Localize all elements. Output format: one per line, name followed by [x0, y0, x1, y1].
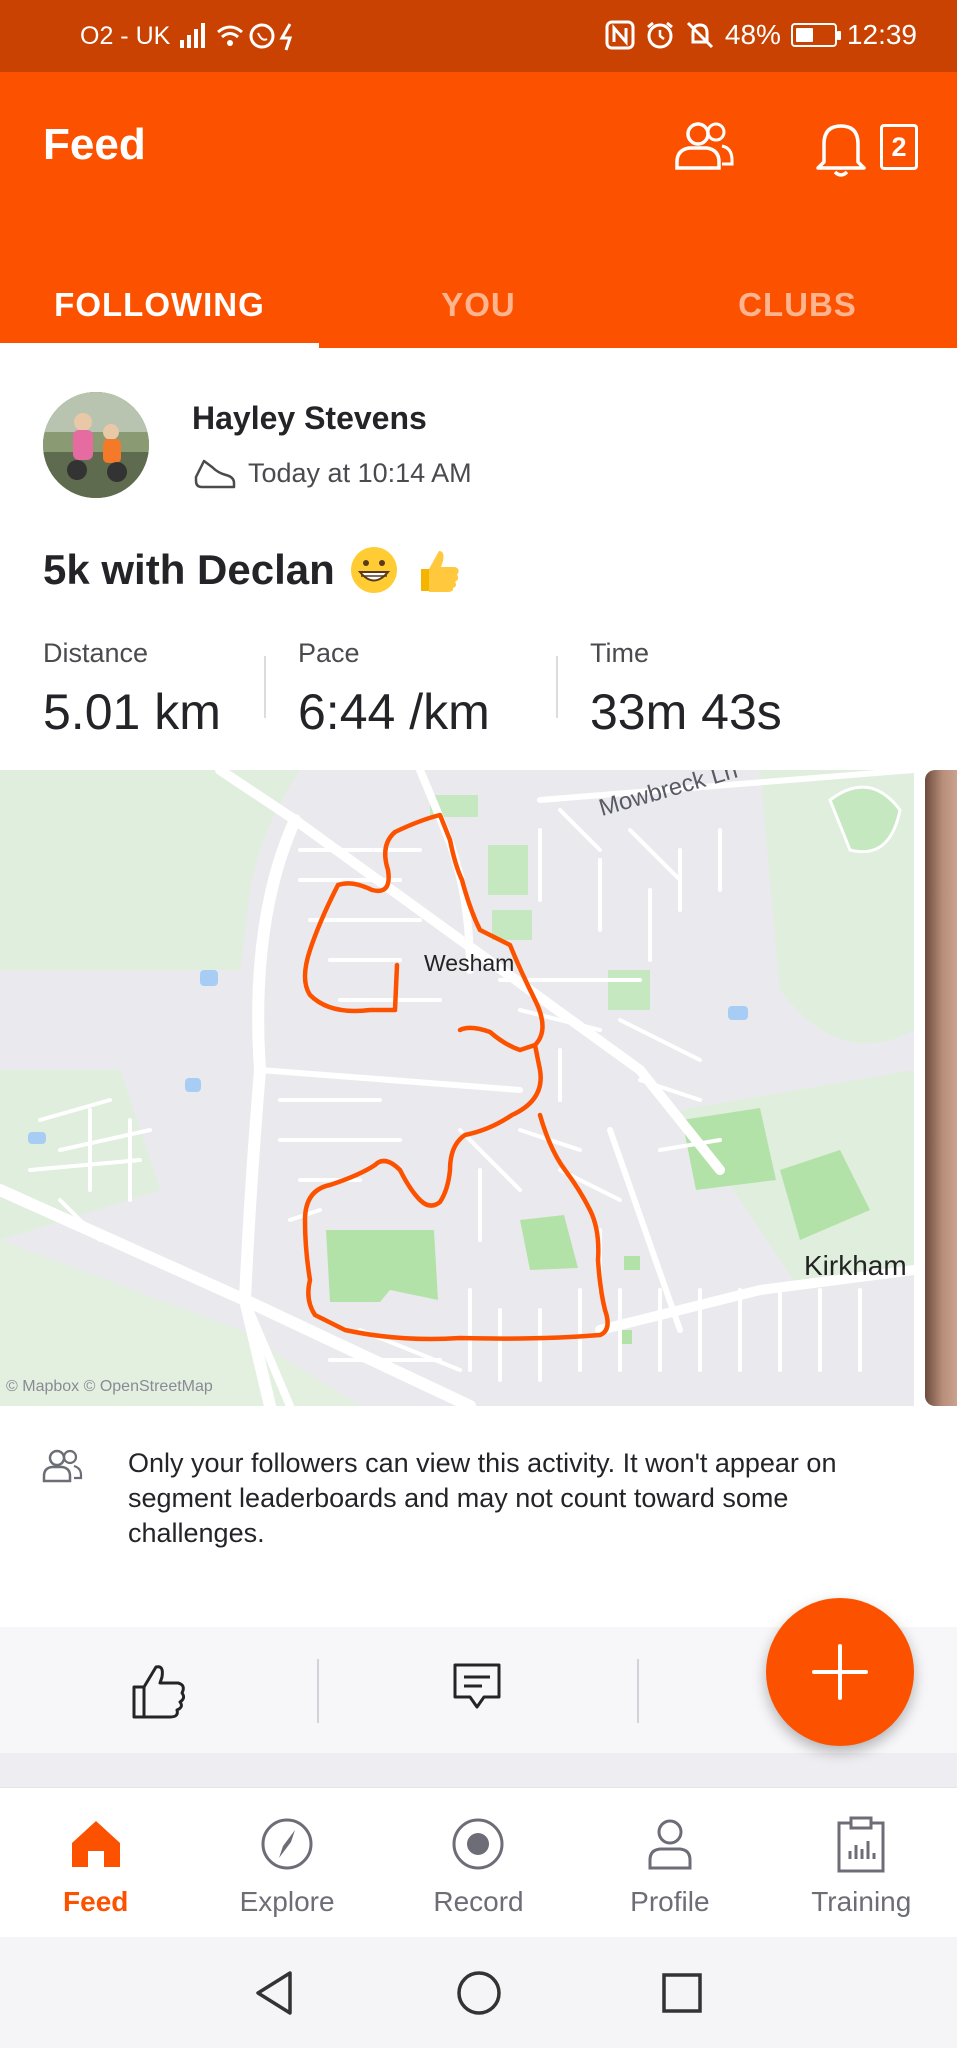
stat-label: Distance	[43, 638, 149, 668]
compass-icon	[261, 1818, 313, 1870]
system-nav	[0, 1937, 957, 2048]
athlete-name[interactable]: Hayley Stevens	[192, 400, 427, 437]
nfc-icon	[605, 20, 635, 50]
nav-label: Profile	[630, 1886, 710, 1917]
clipboard-icon	[837, 1816, 885, 1873]
feed-tabs: FOLLOWING YOU CLUBS	[0, 262, 957, 348]
stat-value: 5.01 km	[43, 684, 221, 740]
stat-value: 6:44 /km	[298, 684, 490, 740]
activity-photo-peek[interactable]	[925, 770, 957, 1406]
nav-training[interactable]: Training	[766, 1788, 957, 1938]
record-icon	[452, 1818, 504, 1870]
stat-distance: Distance 5.01 km	[43, 638, 221, 741]
privacy-text: Only your followers can view this activi…	[128, 1448, 837, 1548]
nav-label: Record	[433, 1886, 524, 1917]
signal-wifi-icons	[180, 23, 293, 51]
map-label-place: Kirkham	[804, 1250, 907, 1281]
stat-divider	[556, 656, 558, 718]
map-label-town: Wesham	[424, 950, 515, 976]
bottom-nav: Feed Explore Record Profile Training	[0, 1787, 957, 1937]
stat-divider	[264, 656, 266, 718]
thumbs-up-emoji-icon	[420, 551, 459, 592]
nav-record[interactable]: Record	[383, 1788, 574, 1938]
page-title: Feed	[43, 120, 146, 169]
back-icon[interactable]	[252, 1969, 296, 2017]
activity-stats: Distance 5.01 km Pace 6:44 /km Time 33m …	[0, 638, 957, 741]
status-bar: O2 - UK 48% 12:39	[0, 0, 957, 72]
shoe-icon	[194, 459, 236, 489]
mute-bell-icon	[686, 21, 713, 49]
tab-following[interactable]: FOLLOWING	[0, 262, 319, 348]
avatar[interactable]	[43, 392, 149, 498]
stat-time: Time 33m 43s	[590, 638, 782, 741]
privacy-note: Only your followers can view this activi…	[0, 1406, 957, 1626]
activity-meta: Today at 10:14 AM	[192, 455, 472, 491]
home-circle-icon[interactable]	[456, 1969, 502, 2017]
feed-separator	[0, 1753, 957, 1787]
recents-icon[interactable]	[660, 1969, 704, 2017]
plus-icon	[812, 1644, 868, 1700]
stat-value: 33m 43s	[590, 684, 782, 740]
battery-icon	[790, 23, 841, 47]
route-map	[0, 770, 914, 1406]
avatar-photo	[43, 392, 149, 498]
stat-pace: Pace 6:44 /km	[298, 638, 490, 741]
home-icon	[71, 1821, 120, 1867]
people-icon	[42, 1449, 83, 1483]
app-header: Feed 2 FOLLOWING YOU CLUBS	[0, 72, 957, 348]
stat-label: Pace	[298, 638, 360, 668]
map-attribution: © Mapbox © OpenStreetMap	[6, 1378, 213, 1395]
action-divider	[637, 1659, 639, 1723]
nav-feed[interactable]: Feed	[0, 1788, 191, 1938]
activity-title: 5k with Declan	[43, 546, 335, 593]
thumbs-up-icon[interactable]	[130, 1661, 188, 1721]
grinning-face-icon	[350, 547, 397, 593]
tab-clubs[interactable]: CLUBS	[638, 262, 957, 348]
activity-title-row[interactable]: 5k with Declan	[43, 545, 463, 595]
notification-badge[interactable]: 2	[880, 124, 918, 170]
activity-timestamp: Today at 10:14 AM	[248, 457, 472, 488]
people-icon[interactable]	[674, 120, 736, 172]
alarm-icon	[646, 21, 673, 49]
nav-explore[interactable]: Explore	[191, 1788, 382, 1938]
nav-label: Training	[811, 1886, 912, 1917]
nav-profile[interactable]: Profile	[574, 1788, 765, 1938]
add-button[interactable]	[766, 1598, 914, 1746]
tab-you[interactable]: YOU	[319, 262, 638, 348]
nav-label: Feed	[63, 1886, 129, 1917]
bell-icon[interactable]	[814, 118, 870, 178]
clock: 12:39	[846, 19, 917, 50]
activity-map[interactable]: Wesham Mowbreck Ln Kirkham © Mapbox © Op…	[0, 770, 914, 1406]
battery-percent: 48%	[724, 19, 781, 50]
comment-icon[interactable]	[452, 1661, 502, 1711]
profile-icon	[648, 1819, 692, 1870]
nav-label: Explore	[239, 1886, 335, 1917]
action-divider	[317, 1659, 319, 1723]
status-right: 48% 12:39	[605, 19, 917, 51]
carrier-label: O2 - UK	[80, 22, 171, 50]
stat-label: Time	[590, 638, 649, 668]
